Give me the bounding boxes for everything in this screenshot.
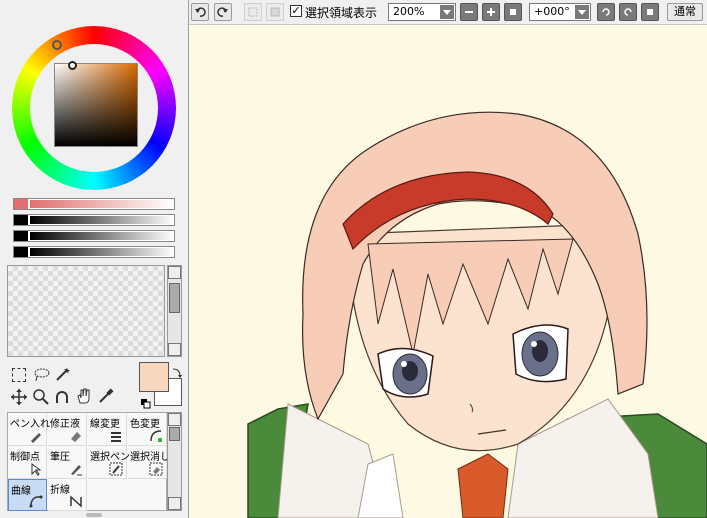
rotate-right-icon[interactable] (619, 3, 637, 21)
hand-icon[interactable] (75, 387, 93, 409)
tool-select-pen[interactable]: 選択ペン (88, 446, 130, 479)
scroll-up-icon[interactable] (168, 413, 181, 426)
opacity-slider[interactable] (13, 198, 175, 210)
pen-icon (31, 433, 41, 443)
scroll-down-icon[interactable] (168, 343, 181, 356)
zoom-dropdown[interactable]: 200% (388, 3, 456, 21)
sv-marker-icon[interactable] (68, 61, 77, 70)
left-tool-panel: ペン入れ 修正液 線変更 色変更 制御点 筆圧 選択ペン 選択消し 曲線 折線 (0, 0, 189, 518)
foreground-color-swatch[interactable] (139, 362, 169, 392)
zoom-value: 200% (393, 5, 425, 18)
line-change-icon (111, 432, 121, 442)
deselect-icon[interactable] (244, 3, 262, 21)
zoom-reset-icon[interactable] (504, 3, 522, 21)
tool-select-erase[interactable]: 選択消し (128, 446, 170, 479)
blend-mode-label: 通常 (674, 5, 696, 18)
curve-icon (29, 495, 43, 508)
rotate-view-icon[interactable] (53, 388, 71, 410)
scratch-pad[interactable] (7, 265, 165, 357)
hue-marker-icon[interactable] (52, 40, 62, 50)
show-selection-label: 選択領域表示 (305, 6, 378, 20)
show-selection-checkbox[interactable]: ✓ (290, 5, 302, 17)
polyline-icon (70, 495, 82, 508)
pressure-icon (71, 465, 82, 476)
eraser-icon (71, 432, 81, 442)
lasso-icon[interactable] (33, 367, 51, 387)
artwork-illustration (247, 111, 707, 518)
tool-pen[interactable]: ペン入れ (8, 413, 50, 446)
undo-icon[interactable] (191, 3, 209, 21)
chevron-down-icon[interactable] (440, 5, 454, 19)
scroll-down-icon[interactable] (168, 497, 181, 510)
tool-scrollbar[interactable] (167, 412, 182, 511)
panel-resize-handle[interactable] (86, 513, 102, 517)
scroll-thumb[interactable] (169, 283, 180, 313)
move-icon[interactable] (10, 388, 28, 410)
saturation-value-square[interactable] (54, 63, 138, 147)
chevron-down-icon[interactable] (575, 5, 589, 19)
tool-color-change[interactable]: 色変更 (128, 413, 167, 446)
black-slider-2[interactable] (13, 230, 175, 242)
control-point-icon (31, 463, 42, 476)
scroll-thumb[interactable] (169, 427, 180, 441)
rotation-dropdown[interactable]: +000° (529, 3, 591, 21)
rect-select-icon[interactable] (12, 368, 26, 382)
select-pen-icon (109, 462, 123, 476)
zoom-in-icon[interactable] (482, 3, 500, 21)
tool-grid: ペン入れ 修正液 線変更 色変更 制御点 筆圧 選択ペン 選択消し 曲線 折線 (7, 412, 170, 511)
tool-pressure[interactable]: 筆圧 (48, 446, 87, 479)
drawing-canvas[interactable] (188, 24, 707, 518)
rotate-left-icon[interactable] (597, 3, 615, 21)
invert-selection-icon[interactable] (266, 3, 284, 21)
tool-eraser[interactable]: 修正液 (48, 413, 87, 446)
tool-control-point[interactable]: 制御点 (8, 446, 47, 479)
tool-curve[interactable]: 曲線 (8, 479, 47, 511)
zoom-icon[interactable] (32, 388, 50, 410)
magic-wand-icon[interactable] (55, 366, 71, 386)
tool-line-change[interactable]: 線変更 (88, 413, 127, 446)
scratch-scrollbar[interactable] (167, 265, 182, 357)
swap-colors-icon[interactable] (171, 364, 183, 383)
redo-icon[interactable] (214, 3, 232, 21)
reset-colors-icon[interactable] (141, 394, 151, 413)
zoom-out-icon[interactable] (460, 3, 478, 21)
eyedropper-icon[interactable] (97, 387, 115, 409)
tool-polyline[interactable]: 折線 (48, 479, 87, 511)
color-change-icon (150, 430, 162, 442)
select-erase-icon (149, 462, 163, 476)
blend-mode-button[interactable]: 通常 (667, 3, 703, 21)
rotation-value: +000° (534, 5, 570, 18)
rotation-reset-icon[interactable] (641, 3, 659, 21)
black-slider-1[interactable] (13, 214, 175, 226)
black-slider-3[interactable] (13, 246, 175, 258)
scroll-up-icon[interactable] (168, 266, 181, 279)
